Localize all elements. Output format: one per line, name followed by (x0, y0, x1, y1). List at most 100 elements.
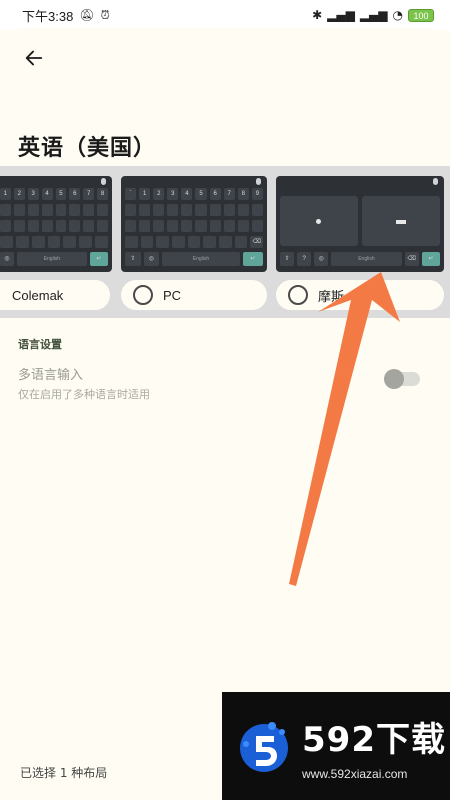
layout-carousel[interactable]: 1 2 3 4 5 6 7 8 ◎ English ↵ ` 1 2 3 4 5 … (0, 166, 450, 318)
dot-symbol (316, 219, 321, 224)
shift-key-icon: ⇧ (125, 252, 141, 266)
kb-key (13, 220, 25, 232)
kb-key: ` (125, 188, 137, 200)
radio-button[interactable] (288, 285, 308, 305)
kb-key (167, 204, 179, 216)
layout-option-label: PC (163, 287, 182, 303)
kb-key (195, 220, 207, 232)
watermark: 592下载 www.592xiazai.com (222, 692, 450, 800)
enter-key-icon: ↵ (89, 252, 108, 266)
watermark-logo-icon (240, 722, 288, 772)
status-time: 下午3:38 (22, 8, 74, 24)
alarm-icon: ⏰︎ (100, 7, 110, 22)
page-title: 英语（美国） (18, 136, 157, 161)
signal-icon-2: ▂▄▆ (359, 8, 388, 22)
kb-key (13, 204, 25, 216)
kb-key (0, 204, 11, 216)
kb-key (223, 220, 235, 232)
kb-key (223, 204, 235, 216)
signal-icon: ▂▄▆ (327, 8, 355, 22)
kb-key (237, 204, 249, 216)
kb-key: 7 (223, 188, 235, 200)
backspace-key-icon: ⌫ (250, 236, 264, 248)
kb-key (167, 220, 179, 232)
globe-key-icon: ◎ (314, 252, 329, 266)
kb-key: 8 (237, 188, 249, 200)
kb-key (83, 220, 95, 232)
kb-key: 9 (251, 188, 263, 200)
kb-key: 2 (13, 188, 25, 200)
kb-key (125, 204, 137, 216)
globe-key-icon: ◎ (143, 252, 160, 266)
back-arrow-icon (25, 50, 43, 66)
enter-key-icon: ↵ (421, 252, 440, 266)
kb-key (0, 236, 13, 248)
globe-key-icon: ◎ (0, 252, 14, 266)
space-key: English (331, 252, 402, 266)
morse-dash-pad (362, 196, 440, 246)
kb-key (234, 236, 248, 248)
kb-key: 4 (41, 188, 53, 200)
kb-key: 5 (195, 188, 207, 200)
bluetooth-icon: ✱ (312, 8, 323, 22)
kb-key (187, 236, 201, 248)
multilang-toggle[interactable] (384, 369, 420, 389)
kb-key (251, 204, 263, 216)
kb-key (41, 204, 53, 216)
layout-preview-colemak[interactable]: 1 2 3 4 5 6 7 8 ◎ English ↵ (0, 176, 112, 272)
layout-option-morse[interactable]: 摩斯 (276, 280, 444, 310)
shift-key-icon: ⇧ (280, 252, 295, 266)
kb-key (219, 236, 232, 248)
kb-key (63, 236, 77, 248)
help-key-icon: ? (297, 252, 312, 266)
radio-button[interactable] (133, 285, 153, 305)
watermark-brand: 592下载 (302, 719, 446, 760)
layout-option-label: Colemak (12, 287, 64, 303)
kb-key: 7 (83, 188, 95, 200)
kb-key: 6 (209, 188, 221, 200)
kb-key (203, 236, 217, 248)
kb-key (181, 220, 193, 232)
layout-option-label: 摩斯 (318, 288, 345, 304)
layout-preview-pc[interactable]: ` 1 2 3 4 5 6 7 8 9 ⌫ ⇧ ◎ English ↵ (121, 176, 267, 272)
setting-subtitle: 仅在启用了多种语言时适用 (18, 388, 150, 401)
multilang-input-setting[interactable]: 多语言输入 仅在启用了多种语言时适用 (18, 364, 432, 401)
kb-key: 5 (55, 188, 67, 200)
kb-key (79, 236, 93, 248)
kb-key (83, 204, 95, 216)
space-key: English (16, 252, 87, 266)
kb-key (95, 236, 109, 248)
status-bar: 下午3:38 🔕︎ ⏰︎ ✱ ▂▄▆ ▂▄▆ ◔ 100 (0, 0, 450, 30)
back-button[interactable] (20, 44, 48, 72)
kb-key (41, 220, 53, 232)
kb-key (209, 204, 221, 216)
mic-icon (433, 178, 438, 185)
kb-key (237, 220, 249, 232)
layout-option-pc[interactable]: PC (121, 280, 267, 310)
kb-key (153, 220, 165, 232)
kb-key (140, 236, 154, 248)
kb-key (181, 204, 193, 216)
kb-key (69, 204, 81, 216)
mic-icon (256, 178, 261, 185)
layout-preview-morse[interactable]: ⇧ ? ◎ English ⌫ ↵ (276, 176, 444, 272)
layout-option-colemak[interactable]: Colemak (0, 280, 110, 310)
kb-key: 4 (181, 188, 193, 200)
space-key: English (162, 252, 240, 266)
kb-key (69, 220, 81, 232)
watermark-url: www.592xiazai.com (302, 766, 408, 781)
toggle-knob (384, 369, 404, 389)
dash-symbol (396, 220, 406, 224)
kb-key (47, 236, 61, 248)
kb-key (55, 220, 67, 232)
kb-key (97, 220, 108, 232)
battery-icon: 100 (408, 8, 434, 22)
kb-key (31, 236, 45, 248)
kb-key: 1 (0, 188, 11, 200)
kb-key (139, 220, 151, 232)
wifi-icon: ◔ (392, 8, 403, 22)
mic-icon (101, 178, 106, 185)
kb-key: 1 (139, 188, 151, 200)
kb-key: 2 (153, 188, 165, 200)
kb-key (15, 236, 29, 248)
